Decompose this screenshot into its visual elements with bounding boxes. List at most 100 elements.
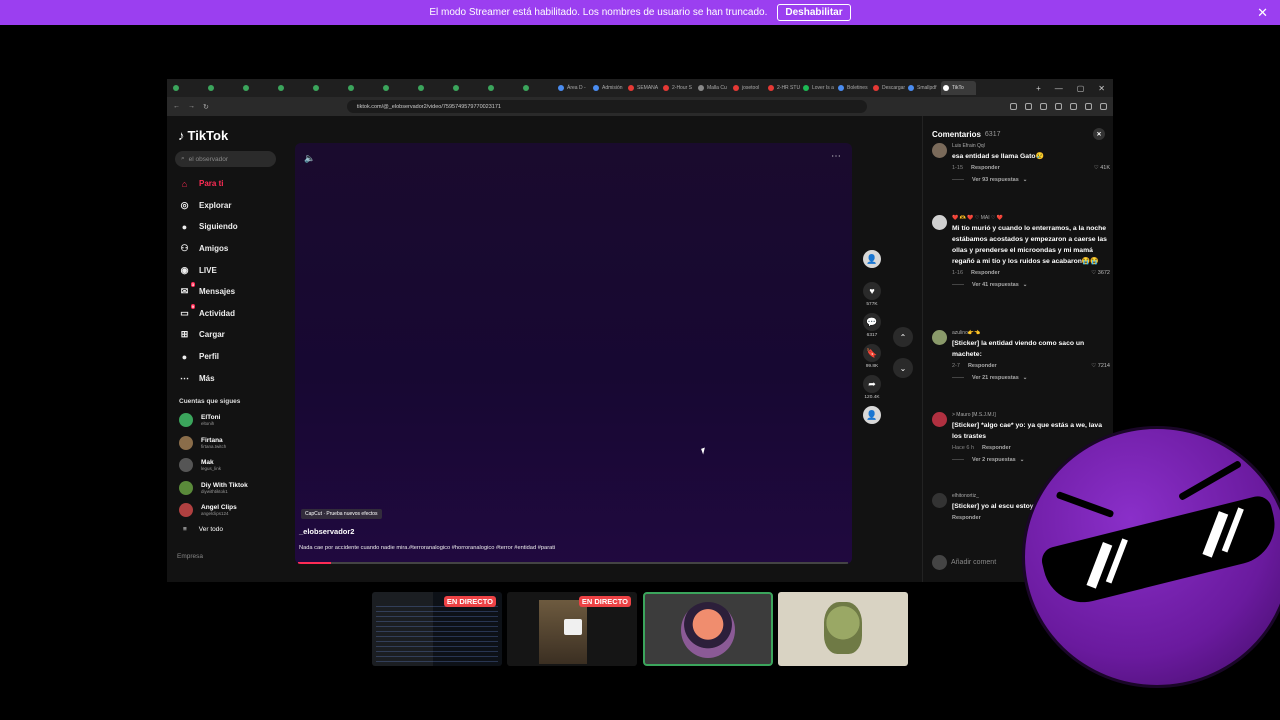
forward-icon[interactable]: → <box>188 103 195 110</box>
commenter-avatar[interactable] <box>932 143 947 158</box>
extension-icon[interactable] <box>1010 103 1017 110</box>
participant-tile[interactable] <box>778 592 908 666</box>
close-window-icon[interactable]: ✕ <box>1098 84 1105 93</box>
browser-tab[interactable]: Boletines <box>836 81 871 95</box>
creator-avatar[interactable]: 👤 <box>863 250 881 268</box>
new-tab-icon[interactable]: + <box>1036 84 1041 93</box>
sound-avatar-icon[interactable]: 👤 <box>863 406 881 424</box>
nav-item[interactable]: ⌂ Para ti <box>175 173 285 195</box>
browser-tab[interactable] <box>416 81 451 95</box>
nav-item[interactable]: ✉ 3 Mensajes <box>175 281 285 303</box>
reply-button[interactable]: Responder <box>971 165 1000 171</box>
browser-tab[interactable]: Smallpdf <box>906 81 941 95</box>
volume-icon[interactable]: 🔈 <box>304 153 315 164</box>
comment-likes[interactable]: ♡ 7214 <box>1091 363 1110 369</box>
browser-tab[interactable] <box>346 81 381 95</box>
comment-username[interactable]: ❤️ 🫶 ❤️ ♡ MAI ♡ ❤️ <box>952 215 1110 221</box>
chevron-up-icon[interactable]: ⌃ <box>893 327 913 347</box>
browser-tab[interactable]: SEMANA <box>626 81 661 95</box>
reply-button[interactable]: Responder <box>971 270 1000 276</box>
extension-icon[interactable] <box>1070 103 1077 110</box>
followed-account[interactable]: Diy With Tiktok diywithtiktok1 <box>175 476 285 499</box>
nav-item[interactable]: ◎ Explorar <box>175 195 285 217</box>
browser-tab[interactable]: Malla Cu <box>696 81 731 95</box>
extension-icon[interactable] <box>1085 103 1092 110</box>
extension-icon[interactable] <box>1055 103 1062 110</box>
browser-tab[interactable]: 2-HR STU <box>766 81 801 95</box>
followed-account[interactable]: Firtana firtana.twitch <box>175 431 285 454</box>
comment-username[interactable]: > Mauro [M.S.J.M.I] <box>952 412 1110 418</box>
nav-item[interactable]: ● Siguiendo <box>175 216 285 238</box>
browser-tab[interactable]: Descargar <box>871 81 906 95</box>
browser-tab[interactable]: Admisión <box>591 81 626 95</box>
browser-tab[interactable] <box>311 81 346 95</box>
stream-thumbnail[interactable]: EN DIRECTO <box>507 592 637 666</box>
video-player[interactable]: 🔈 ⋯ CapCut · Prueba nuevos efectos _elob… <box>295 143 852 564</box>
browser-tab[interactable]: josetool <box>731 81 766 95</box>
disable-streamer-button[interactable]: Deshabilitar <box>777 4 851 21</box>
browser-tab[interactable] <box>451 81 486 95</box>
comment-username[interactable]: Luis Efrain Qql <box>952 143 1110 149</box>
followed-account[interactable]: ElToni eltonih <box>175 409 285 432</box>
browser-tab[interactable] <box>276 81 311 95</box>
participant-tile-speaking[interactable] <box>643 592 773 666</box>
reply-button[interactable]: Responder <box>952 515 981 521</box>
browser-tab[interactable] <box>486 81 521 95</box>
video-author[interactable]: _elobservador2 <box>299 527 354 536</box>
nav-item[interactable]: ⚇ Amigos <box>175 238 285 260</box>
view-replies-button[interactable]: Ver 93 respuestas ⌄ <box>952 177 1110 183</box>
close-comments-icon[interactable]: ✕ <box>1093 128 1105 140</box>
menu-icon[interactable] <box>1100 103 1107 110</box>
comment-icon[interactable]: 💬 <box>863 313 881 331</box>
reply-button[interactable]: Responder <box>982 445 1011 451</box>
bookmark-icon[interactable]: 🔖 <box>863 344 881 362</box>
close-banner-icon[interactable]: ✕ <box>1257 5 1268 21</box>
browser-tab[interactable] <box>171 81 206 95</box>
account-handle: legus_link <box>201 466 222 472</box>
commenter-avatar[interactable] <box>932 412 947 427</box>
view-replies-button[interactable]: Ver 41 respuestas ⌄ <box>952 282 1110 288</box>
nav-item[interactable]: ⊞ Cargar <box>175 324 285 346</box>
comment-likes[interactable]: ♡ 41K <box>1094 165 1110 171</box>
browser-tab[interactable] <box>206 81 241 95</box>
share-icon[interactable]: ➦ <box>863 375 881 393</box>
browser-tab[interactable]: Área D - <box>556 81 591 95</box>
minimize-icon[interactable]: — <box>1055 84 1063 93</box>
nav-item[interactable]: ▭ 9 Actividad <box>175 303 285 325</box>
followed-account[interactable]: Mak legus_link <box>175 454 285 477</box>
followed-account[interactable]: Angel Clips angelclips124 <box>175 499 285 522</box>
nav-item[interactable]: ◉ LIVE <box>175 259 285 281</box>
see-all-link[interactable]: ≡ Ver todo <box>175 521 285 537</box>
search-input[interactable]: ⌕ el observador <box>175 151 276 167</box>
video-progress-bar[interactable] <box>298 562 848 564</box>
browser-tab[interactable] <box>521 81 556 95</box>
stream-thumbnail[interactable]: EN DIRECTO <box>372 592 502 666</box>
extension-icon[interactable] <box>1040 103 1047 110</box>
more-options-icon[interactable]: ⋯ <box>831 151 842 162</box>
browser-tab[interactable]: Lover Is a <box>801 81 836 95</box>
comment-likes[interactable]: ♡ 3672 <box>1091 270 1110 276</box>
tiktok-logo[interactable]: ♪ TikTok <box>178 128 285 143</box>
browser-tab[interactable] <box>381 81 416 95</box>
reply-button[interactable]: Responder <box>968 363 997 369</box>
add-comment-field[interactable]: Añadir coment <box>932 555 996 570</box>
capcut-tag[interactable]: CapCut · Prueba nuevos efectos <box>301 509 382 519</box>
maximize-icon[interactable]: ▢ <box>1077 84 1085 93</box>
browser-tab[interactable] <box>241 81 276 95</box>
commenter-avatar[interactable] <box>932 215 947 230</box>
commenter-avatar[interactable] <box>932 493 947 508</box>
reload-icon[interactable]: ↻ <box>203 103 209 111</box>
nav-item[interactable]: ⋯ Más <box>175 367 285 389</box>
browser-tab[interactable]: TikTo <box>941 81 976 95</box>
commenter-avatar[interactable] <box>932 330 947 345</box>
extension-icon[interactable] <box>1025 103 1032 110</box>
browser-tab[interactable]: 2-Hour S <box>661 81 696 95</box>
view-replies-button[interactable]: Ver 21 respuestas ⌄ <box>952 375 1110 381</box>
back-icon[interactable]: ← <box>173 103 180 110</box>
empresa-link[interactable]: Empresa <box>175 553 285 560</box>
nav-item[interactable]: ● Perfil <box>175 346 285 368</box>
chevron-down-icon[interactable]: ⌄ <box>893 358 913 378</box>
comment-username[interactable]: azulino👉👈 <box>952 330 1110 336</box>
like-icon[interactable]: ♥ <box>863 282 881 300</box>
url-field[interactable]: tiktok.com/@_elobservador2/video/7595749… <box>346 100 867 113</box>
